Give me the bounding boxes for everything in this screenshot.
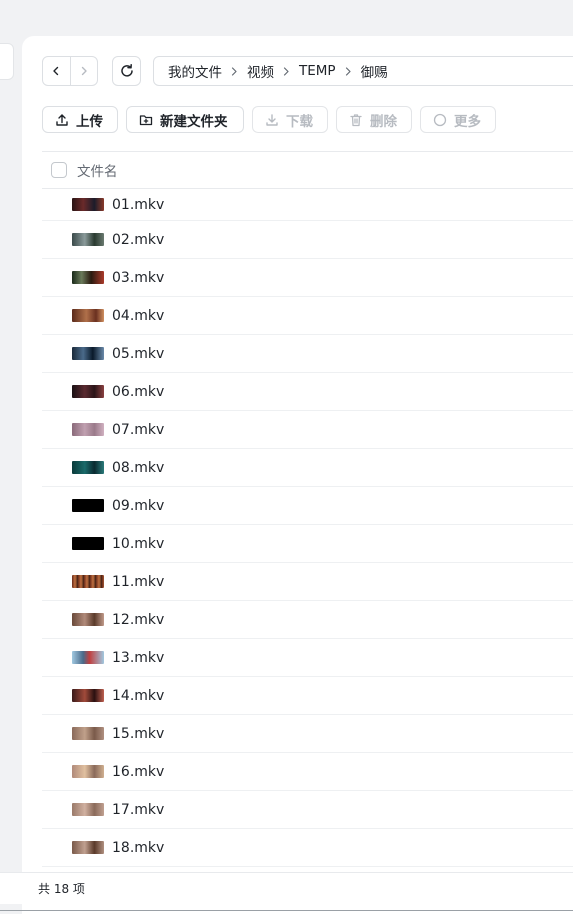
more-button[interactable]: 更多 bbox=[420, 106, 496, 133]
video-thumbnail bbox=[72, 198, 104, 211]
video-thumbnail bbox=[72, 309, 104, 322]
file-list: 01.mkv 02.mkv 03.mkv 04.mkv 05.mkv 06.mkv 07.m… bbox=[42, 189, 573, 867]
download-button[interactable]: 下载 bbox=[252, 106, 328, 133]
file-row[interactable]: 06.mkv bbox=[42, 373, 573, 411]
delete-label: 删除 bbox=[370, 113, 397, 130]
navigation-bar: 我的文件 视频 TEMP 御赐 bbox=[42, 56, 573, 86]
chevron-right-icon bbox=[345, 66, 352, 76]
file-row[interactable]: 02.mkv bbox=[42, 221, 573, 259]
file-row[interactable]: 15.mkv bbox=[42, 715, 573, 753]
file-name: 05.mkv bbox=[112, 345, 165, 362]
file-name: 16.mkv bbox=[112, 763, 165, 780]
video-thumbnail bbox=[72, 461, 104, 474]
file-name: 04.mkv bbox=[112, 307, 165, 324]
file-name: 14.mkv bbox=[112, 687, 165, 704]
file-browser-panel: 我的文件 视频 TEMP 御赐 上传 新建文件夹 下载 删除 更多 文件名 01… bbox=[22, 36, 573, 914]
file-name: 12.mkv bbox=[112, 611, 165, 628]
video-thumbnail bbox=[72, 271, 104, 284]
video-thumbnail bbox=[72, 651, 104, 664]
file-row[interactable]: 08.mkv bbox=[42, 449, 573, 487]
file-row[interactable]: 11.mkv bbox=[42, 563, 573, 601]
side-panel-edge bbox=[0, 43, 14, 80]
refresh-button[interactable] bbox=[112, 56, 141, 86]
file-row[interactable]: 12.mkv bbox=[42, 601, 573, 639]
file-name: 18.mkv bbox=[112, 839, 165, 856]
file-name: 09.mkv bbox=[112, 497, 165, 514]
select-all-checkbox[interactable] bbox=[51, 162, 67, 178]
file-row[interactable]: 07.mkv bbox=[42, 411, 573, 449]
refresh-icon bbox=[120, 64, 133, 77]
column-header-filename[interactable]: 文件名 bbox=[77, 160, 118, 180]
video-thumbnail bbox=[72, 423, 104, 436]
file-row[interactable]: 18.mkv bbox=[42, 829, 573, 867]
trash-icon bbox=[350, 113, 362, 126]
file-name: 06.mkv bbox=[112, 383, 165, 400]
video-thumbnail bbox=[72, 499, 104, 512]
breadcrumb: 我的文件 视频 TEMP 御赐 bbox=[153, 56, 573, 86]
file-row[interactable]: 13.mkv bbox=[42, 639, 573, 677]
video-thumbnail bbox=[72, 233, 104, 246]
upload-icon bbox=[56, 113, 68, 126]
video-thumbnail bbox=[72, 613, 104, 626]
file-name: 02.mkv bbox=[112, 231, 165, 248]
file-row[interactable]: 17.mkv bbox=[42, 791, 573, 829]
video-thumbnail bbox=[72, 841, 104, 854]
delete-button[interactable]: 删除 bbox=[336, 106, 412, 133]
file-list-header: 文件名 bbox=[42, 151, 573, 189]
file-row[interactable]: 16.mkv bbox=[42, 753, 573, 791]
video-thumbnail bbox=[72, 689, 104, 702]
new-folder-button[interactable]: 新建文件夹 bbox=[126, 106, 244, 133]
new-folder-label: 新建文件夹 bbox=[160, 113, 228, 130]
file-name: 10.mkv bbox=[112, 535, 165, 552]
download-label: 下载 bbox=[286, 113, 313, 130]
chevron-left-icon bbox=[53, 66, 59, 76]
file-row[interactable]: 05.mkv bbox=[42, 335, 573, 373]
file-row[interactable]: 14.mkv bbox=[42, 677, 573, 715]
window-bottom-border bbox=[0, 910, 573, 911]
download-icon bbox=[266, 113, 278, 126]
more-circle-icon bbox=[433, 113, 447, 126]
chevron-right-icon bbox=[81, 66, 87, 76]
chevron-right-icon bbox=[283, 66, 290, 76]
more-label: 更多 bbox=[454, 113, 481, 130]
breadcrumb-item-my-files[interactable]: 我的文件 bbox=[168, 61, 222, 81]
chevron-right-icon bbox=[231, 66, 238, 76]
file-name: 11.mkv bbox=[112, 573, 165, 590]
history-nav bbox=[42, 56, 98, 86]
video-thumbnail bbox=[72, 727, 104, 740]
file-row[interactable]: 09.mkv bbox=[42, 487, 573, 525]
folder-add-icon bbox=[139, 114, 153, 125]
breadcrumb-item-temp[interactable]: TEMP bbox=[299, 63, 336, 79]
video-thumbnail bbox=[72, 803, 104, 816]
file-row[interactable]: 10.mkv bbox=[42, 525, 573, 563]
file-name: 03.mkv bbox=[112, 269, 165, 286]
item-count: 共 18 项 bbox=[38, 882, 85, 896]
file-name: 17.mkv bbox=[112, 801, 165, 818]
forward-button[interactable] bbox=[69, 57, 98, 85]
video-thumbnail bbox=[72, 765, 104, 778]
video-thumbnail bbox=[72, 347, 104, 360]
video-thumbnail bbox=[72, 537, 104, 550]
upload-label: 上传 bbox=[76, 113, 103, 130]
video-thumbnail bbox=[72, 575, 104, 588]
file-row[interactable]: 03.mkv bbox=[42, 259, 573, 297]
video-thumbnail bbox=[72, 385, 104, 398]
file-row[interactable]: 01.mkv bbox=[42, 189, 573, 221]
file-row[interactable]: 04.mkv bbox=[42, 297, 573, 335]
file-name: 13.mkv bbox=[112, 649, 165, 666]
file-name: 01.mkv bbox=[112, 196, 165, 213]
breadcrumb-item-videos[interactable]: 视频 bbox=[247, 61, 274, 81]
upload-button[interactable]: 上传 bbox=[42, 106, 118, 133]
back-button[interactable] bbox=[43, 57, 70, 85]
file-name: 08.mkv bbox=[112, 459, 165, 476]
status-bar: 共 18 项 bbox=[0, 872, 573, 904]
breadcrumb-item-current[interactable]: 御赐 bbox=[361, 61, 388, 81]
file-name: 07.mkv bbox=[112, 421, 165, 438]
file-name: 15.mkv bbox=[112, 725, 165, 742]
